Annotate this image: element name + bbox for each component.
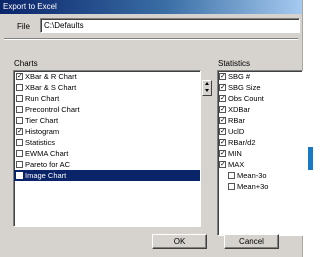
statistic-list-item-label: Obs Count: [228, 94, 264, 103]
chart-list-item-label: Image Chart: [25, 171, 67, 180]
ok-button[interactable]: OK: [152, 234, 207, 249]
checkbox-checked[interactable]: ✓: [219, 128, 226, 135]
statistics-listbox[interactable]: ✓ SBG # ✓ SBG Size ✓ Obs Count ✓ XDBar ✓ RBar ✓ Ucl…: [217, 70, 303, 236]
background-marker: [308, 147, 313, 170]
statistic-list-item-label: SBG #: [228, 72, 251, 81]
statistic-list-item[interactable]: ✓ RBar/d2: [218, 137, 302, 148]
checkbox-unchecked[interactable]: [16, 117, 23, 124]
scroll-up-icon[interactable]: [205, 82, 209, 85]
statistic-list-item[interactable]: ✓ MIN: [218, 148, 302, 159]
checkbox-unchecked[interactable]: [16, 106, 23, 113]
statistic-list-item[interactable]: ✓ Obs Count: [218, 93, 302, 104]
chart-list-item[interactable]: Run Chart: [14, 93, 200, 104]
charts-scrollbar[interactable]: [202, 80, 212, 96]
chart-list-item-label: Statistics: [25, 138, 56, 147]
check-mark-icon: ✓: [220, 95, 226, 102]
checkbox-unchecked[interactable]: [16, 172, 23, 179]
check-mark-icon: ✓: [220, 161, 226, 168]
charts-label: Charts: [14, 59, 38, 68]
checkbox-checked[interactable]: ✓: [219, 106, 226, 113]
statistic-list-item[interactable]: ✓ MAX: [218, 159, 302, 170]
checkbox-checked[interactable]: ✓: [219, 161, 226, 168]
divider: [4, 38, 298, 40]
export-dialog: Export to Excel File C:\Defaults Charts …: [0, 0, 303, 257]
chart-list-item[interactable]: Pareto for AC: [14, 159, 200, 170]
check-mark-icon: ✓: [220, 73, 226, 80]
statistic-list-item[interactable]: Mean+3o: [218, 181, 302, 192]
statistic-list-item[interactable]: Mean-3o: [218, 170, 302, 181]
checkbox-checked[interactable]: ✓: [219, 139, 226, 146]
statistic-list-item-label: XDBar: [228, 105, 251, 114]
statistic-list-item[interactable]: ✓ XDBar: [218, 104, 302, 115]
statistic-list-item-label: RBar/d2: [228, 138, 256, 147]
checkbox-unchecked[interactable]: [228, 183, 235, 190]
check-mark-icon: ✓: [220, 139, 226, 146]
chart-list-item-label: XBar & R Chart: [25, 72, 77, 81]
checkbox-checked[interactable]: ✓: [219, 84, 226, 91]
check-mark-icon: ✓: [17, 128, 23, 135]
checkbox-checked[interactable]: ✓: [219, 117, 226, 124]
statistics-label: Statistics: [218, 59, 251, 68]
check-mark-icon: ✓: [17, 73, 23, 80]
statistic-list-item[interactable]: ✓ UclD: [218, 126, 302, 137]
statistic-list-item-label: MAX: [228, 160, 245, 169]
statistic-list-item-label: MIN: [228, 149, 242, 158]
file-label: File: [17, 22, 30, 31]
checkbox-unchecked[interactable]: [16, 84, 23, 91]
check-mark-icon: ✓: [220, 106, 226, 113]
scroll-down-icon[interactable]: [205, 89, 209, 92]
chart-list-item-label: Pareto for AC: [25, 160, 71, 169]
statistic-list-item[interactable]: ✓ SBG #: [218, 71, 302, 82]
check-mark-icon: ✓: [220, 150, 226, 157]
checkbox-unchecked[interactable]: [16, 150, 23, 157]
checkbox-checked[interactable]: ✓: [219, 95, 226, 102]
statistic-list-item-label: Mean+3o: [237, 182, 269, 191]
checkbox-unchecked[interactable]: [228, 172, 235, 179]
chart-list-item-label: Tier Chart: [25, 116, 59, 125]
chart-list-item[interactable]: EWMA Chart: [14, 148, 200, 159]
statistic-list-item-label: UclD: [228, 127, 245, 136]
check-mark-icon: ✓: [220, 117, 226, 124]
chart-list-item-label: Histogram: [25, 127, 60, 136]
chart-list-item[interactable]: Precontrol Chart: [14, 104, 200, 115]
check-mark-icon: ✓: [220, 128, 226, 135]
chart-list-item-label: Run Chart: [25, 94, 60, 103]
dialog-title: Export to Excel: [0, 0, 302, 14]
chart-list-item[interactable]: Image Chart: [14, 170, 200, 181]
file-input[interactable]: C:\Defaults: [40, 18, 300, 33]
chart-list-item[interactable]: Tier Chart: [14, 115, 200, 126]
chart-list-item[interactable]: Statistics: [14, 137, 200, 148]
checkbox-checked[interactable]: ✓: [219, 150, 226, 157]
chart-list-item[interactable]: XBar & S Chart: [14, 82, 200, 93]
checkbox-checked[interactable]: ✓: [219, 73, 226, 80]
chart-list-item-label: EWMA Chart: [25, 149, 69, 158]
statistic-list-item-label: RBar: [228, 116, 246, 125]
chart-list-item-label: XBar & S Chart: [25, 83, 77, 92]
checkbox-unchecked[interactable]: [16, 139, 23, 146]
charts-listbox[interactable]: ✓ XBar & R Chart XBar & S Chart Run Chart Pr…: [13, 70, 201, 227]
chart-list-item[interactable]: ✓ Histogram: [14, 126, 200, 137]
statistic-list-item[interactable]: ✓ RBar: [218, 115, 302, 126]
statistic-list-item-label: Mean-3o: [237, 171, 267, 180]
checkbox-checked[interactable]: ✓: [16, 128, 23, 135]
checkbox-unchecked[interactable]: [16, 161, 23, 168]
cancel-button[interactable]: Cancel: [224, 234, 279, 249]
checkbox-unchecked[interactable]: [16, 95, 23, 102]
chart-list-item-label: Precontrol Chart: [25, 105, 80, 114]
checkbox-checked[interactable]: ✓: [16, 73, 23, 80]
chart-list-item[interactable]: ✓ XBar & R Chart: [14, 71, 200, 82]
statistic-list-item-label: SBG Size: [228, 83, 261, 92]
check-mark-icon: ✓: [220, 84, 226, 91]
statistic-list-item[interactable]: ✓ SBG Size: [218, 82, 302, 93]
